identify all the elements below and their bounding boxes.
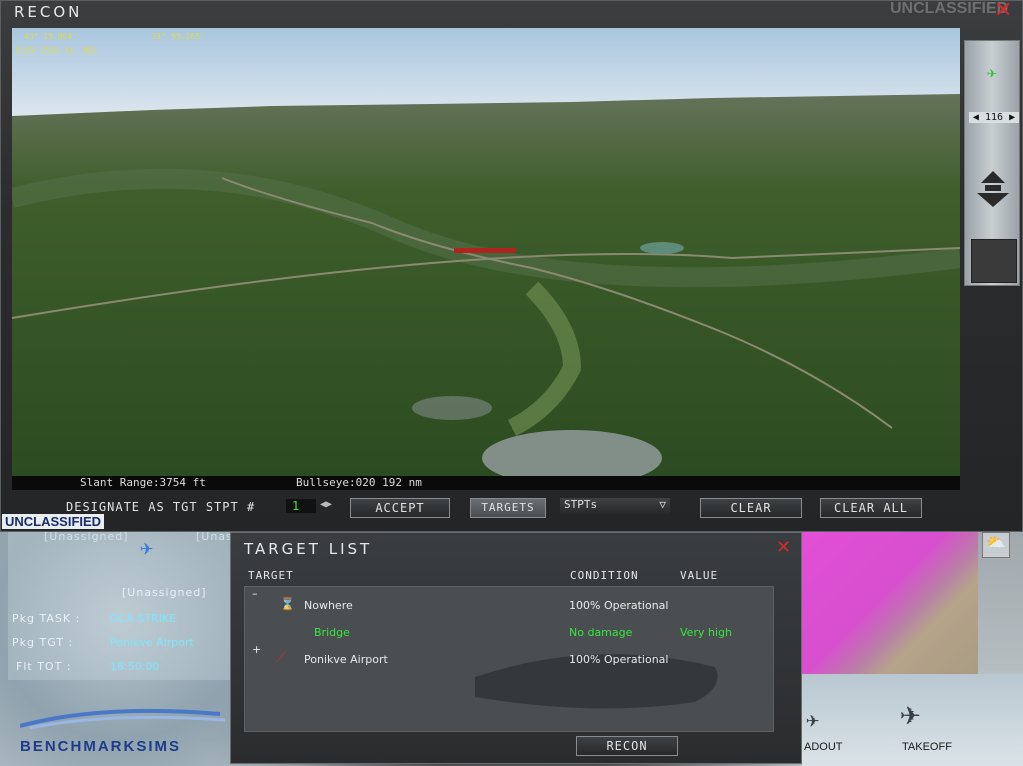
target-type-icon: ⌛ — [280, 597, 295, 611]
target-name[interactable]: Bridge — [314, 626, 350, 639]
target-name[interactable]: Ponikve Airport — [304, 653, 388, 666]
aircraft-icon: ✈ — [987, 63, 997, 82]
accept-button[interactable]: ACCEPT — [350, 498, 450, 518]
fighter-icon: ✈ — [140, 536, 154, 561]
row-expander[interactable]: + — [252, 643, 261, 656]
mission-panel — [8, 532, 230, 680]
stpts-dropdown[interactable]: STPTs ▽ — [560, 498, 670, 514]
close-icon[interactable]: ✕ — [776, 537, 791, 558]
move-arrows-icon[interactable] — [973, 169, 1013, 209]
target-bridge-marker — [454, 248, 516, 253]
pkg-task-label: Pkg TASK : — [12, 612, 81, 625]
column-target[interactable]: TARGET — [248, 569, 294, 582]
recon-button[interactable]: RECON — [576, 736, 678, 756]
slant-range: Slant Range:3754 ft — [80, 476, 206, 489]
brand-logo: BENCHMARKSIMS — [20, 738, 181, 755]
aircraft-silhouette — [475, 654, 718, 709]
target-condition: No damage — [569, 626, 633, 639]
chevron-down-icon: ▽ — [659, 498, 666, 511]
row-expander[interactable]: – — [252, 587, 258, 600]
hud-latitude: 43° 15.964' — [24, 32, 77, 41]
target-name[interactable]: Nowhere — [304, 599, 353, 612]
designate-label: DESIGNATE AS TGT STPT # — [66, 500, 256, 514]
view-control-strip: ✈ — [964, 40, 1020, 286]
target-condition: 100% Operational — [569, 653, 669, 666]
pkg-tgt-label: Pkg TGT : — [12, 636, 74, 649]
hud-elevation: ELEV 2526 ft. MSL — [16, 46, 98, 55]
unassigned-label: [Unassigned] — [44, 530, 129, 543]
targets-button[interactable]: TARGETS — [470, 498, 546, 518]
close-icon[interactable]: ✕ — [994, 0, 1012, 23]
flt-tot-value: 18:50:00 — [110, 660, 160, 673]
target-condition: 100% Operational — [569, 599, 669, 612]
pkg-task-value: OCA STRIKE — [110, 612, 177, 625]
stpt-number-field[interactable]: 1 — [286, 499, 316, 513]
hud-longitude: 21° 55.265' — [152, 32, 205, 41]
window-title: RECON — [14, 3, 83, 21]
heading-readout[interactable]: ◀ 116 ▶ — [969, 112, 1019, 123]
bullseye: Bullseye:020 192 nm — [296, 476, 422, 489]
flt-tot-label: Flt TOT : — [16, 660, 72, 673]
stpt-stepper-icon[interactable]: ◀▶ — [320, 499, 332, 510]
target-list-title: TARGET LIST — [244, 540, 373, 558]
classification-banner-top: UNCLASSIFIED — [890, 0, 1009, 17]
pkg-tgt-value: Ponikve Airport — [110, 636, 194, 649]
weather-icon[interactable]: ⛅ — [982, 532, 1010, 558]
takeoff-jet-icon[interactable]: ✈ — [900, 694, 920, 734]
clear-all-button[interactable]: CLEAR ALL — [820, 498, 922, 518]
stpts-dropdown-value: STPTs — [564, 498, 598, 511]
heading-left-icon[interactable]: ◀ — [973, 112, 979, 123]
column-condition[interactable]: CONDITION — [570, 569, 639, 582]
heading-right-icon[interactable]: ▶ — [1009, 112, 1015, 123]
classification-banner: UNCLASSIFIED — [2, 514, 105, 529]
brand-swoosh — [19, 700, 230, 730]
heading-value: 116 — [984, 112, 1004, 123]
clear-button[interactable]: CLEAR — [700, 498, 802, 518]
loadout-label[interactable]: ADOUT — [804, 741, 843, 753]
map-thumbnail-icon[interactable] — [971, 239, 1017, 283]
mission-map[interactable] — [802, 532, 978, 674]
column-value[interactable]: VALUE — [680, 569, 718, 582]
recon-3d-view[interactable]: 43° 15.964' 21° 55.265' ELEV 2526 ft. MS… — [12, 28, 960, 490]
target-value: Very high — [680, 626, 732, 639]
status-bar: Slant Range:3754 ft Bullseye:020 192 nm — [12, 476, 960, 490]
takeoff-label[interactable]: TAKEOFF — [902, 741, 952, 753]
terrain-graphic — [12, 28, 960, 490]
airfield-icon: ⟋ — [276, 650, 286, 666]
unassigned-label: [Unassigned] — [122, 586, 207, 599]
loadout-jet-icon[interactable]: ✈ — [806, 708, 819, 733]
